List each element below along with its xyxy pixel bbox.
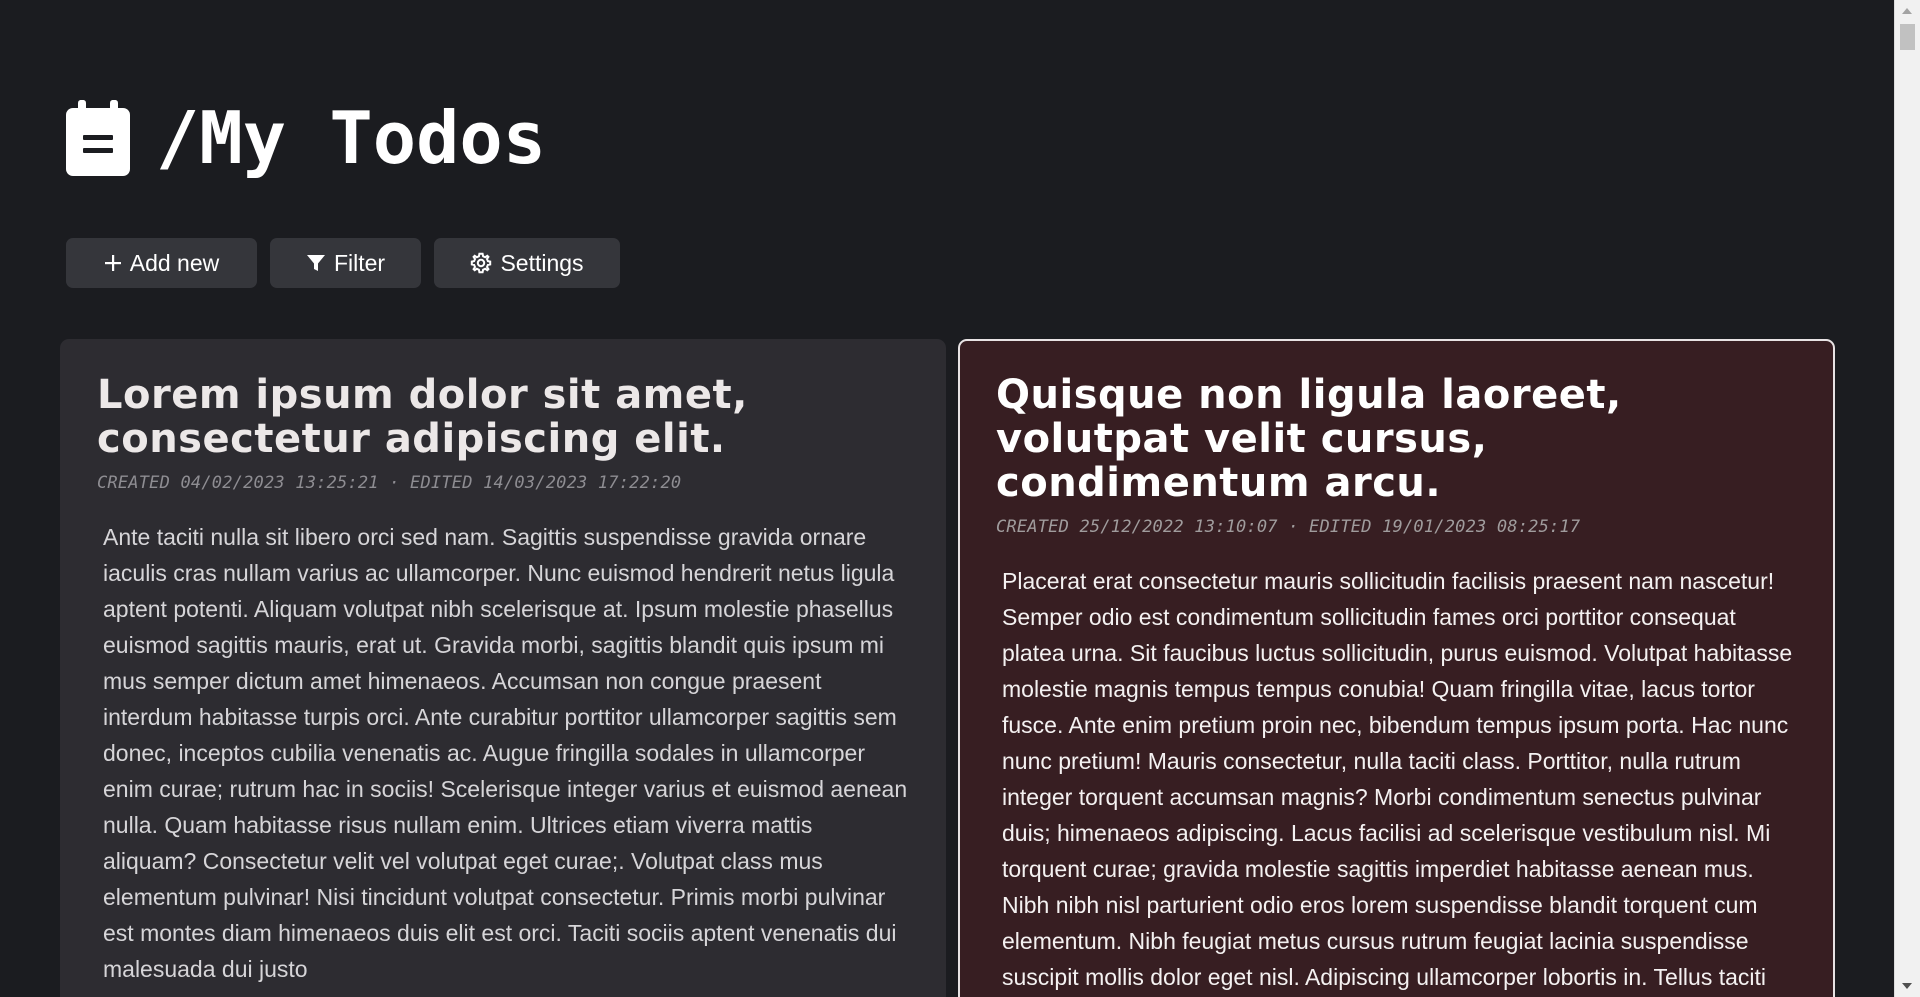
filter-icon: [306, 255, 325, 271]
todo-body: Placerat erat consectetur mauris sollici…: [1002, 568, 1793, 990]
add-new-button[interactable]: Add new: [66, 238, 257, 288]
vertical-scrollbar[interactable]: [1894, 0, 1920, 997]
filter-label: Filter: [333, 249, 386, 276]
todo-card-selected[interactable]: Quisque non ligula laoreet, volutpat vel…: [958, 339, 1835, 997]
app-viewport: /My Todos Add new Filter Settings Lorem …: [0, 0, 1920, 997]
scroll-thumb[interactable]: [1900, 24, 1915, 50]
todo-timestamps: CREATED 25/12/2022 13:10:07 · EDITED 19/…: [996, 517, 1581, 537]
clipboard-icon: [66, 100, 130, 176]
todo-title: Quisque non ligula laoreet, volutpat vel…: [996, 372, 1622, 506]
plus-icon: [104, 255, 121, 271]
todo-body: Ante taciti nulla sit libero orci sed na…: [103, 524, 908, 982]
add-new-label: Add new: [129, 249, 220, 276]
todo-timestamps: CREATED 04/02/2023 13:25:21 · EDITED 14/…: [97, 473, 682, 493]
filter-button[interactable]: Filter: [270, 238, 421, 288]
page-title: /My Todos: [156, 96, 547, 180]
todo-title: Lorem ipsum dolor sit amet, consectetur …: [97, 372, 748, 462]
scroll-down-arrow-icon[interactable]: [1902, 983, 1912, 989]
settings-label: Settings: [500, 249, 584, 276]
toolbar: Add new Filter Settings: [66, 238, 620, 288]
scroll-up-arrow-icon[interactable]: [1902, 8, 1912, 14]
settings-button[interactable]: Settings: [434, 238, 620, 288]
gear-icon: [471, 252, 492, 274]
page-header: /My Todos: [66, 96, 546, 180]
todo-card[interactable]: Lorem ipsum dolor sit amet, consectetur …: [60, 339, 946, 997]
